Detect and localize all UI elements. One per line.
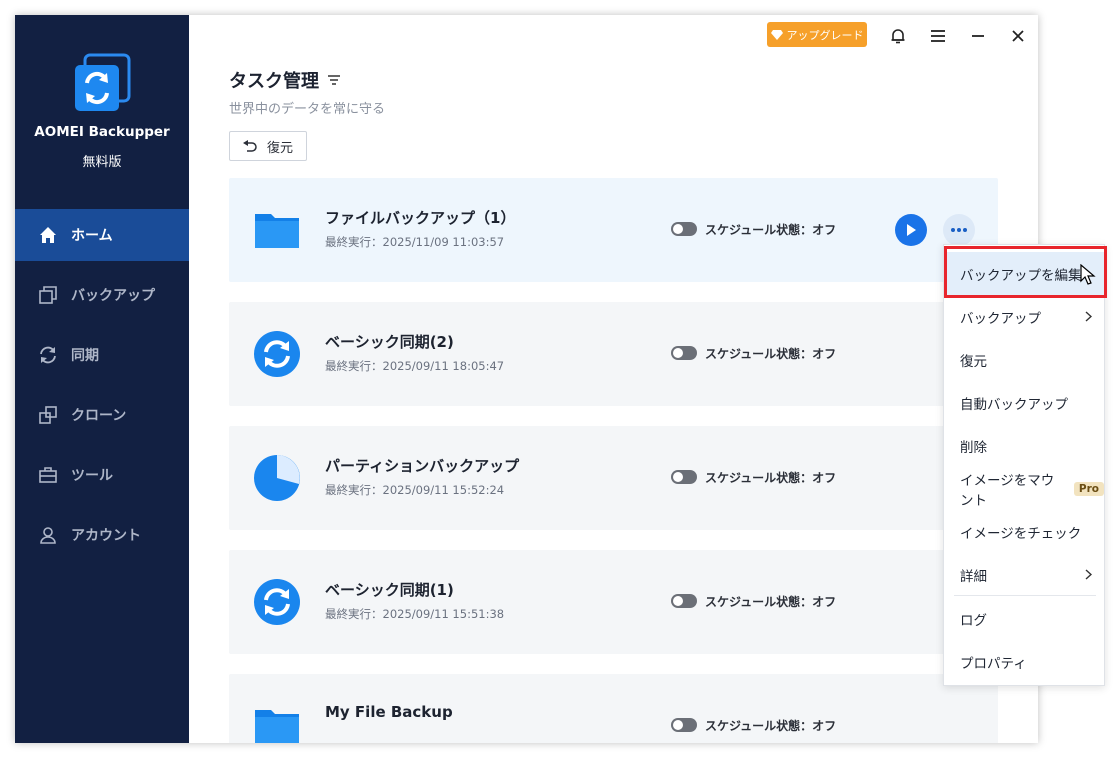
- context-menu: バックアップを編集 バックアップ 復元 自動バックアップ 削除 イメージをマウン…: [943, 244, 1105, 686]
- task-card[interactable]: ファイルバックアップ（1） 最終実行：2025/11/09 11:03:57 ス…: [229, 178, 998, 282]
- menu-item-label: 削除: [960, 439, 987, 456]
- play-icon: [905, 223, 917, 237]
- schedule-toggle[interactable]: [671, 222, 697, 236]
- menu-item-log[interactable]: ログ: [944, 597, 1104, 640]
- schedule-toggle[interactable]: [671, 594, 697, 608]
- sidebar-item-tools[interactable]: ツール: [15, 449, 189, 501]
- menu-item-mount-image[interactable]: イメージをマウント Pro: [944, 467, 1104, 510]
- home-icon: [37, 224, 59, 246]
- page-title-text: タスク管理: [229, 71, 319, 92]
- mouse-cursor-icon: [1080, 263, 1096, 290]
- sync-icon: [37, 344, 59, 366]
- menu-item-label: ログ: [960, 612, 987, 629]
- restore-button-label: 復元: [266, 140, 293, 156]
- aomei-logo-icon: [73, 53, 131, 113]
- task-last-run: 最終実行：2025/09/11 15:52:24: [325, 483, 505, 497]
- schedule-toggle[interactable]: [671, 346, 697, 360]
- task-card[interactable]: パーティションバックアップ 最終実行：2025/09/11 15:52:24 ス…: [229, 426, 998, 530]
- menu-item-label: 復元: [960, 353, 987, 370]
- sidebar: AOMEI Backupper 無料版 ホーム バックアップ 同期 クローン ツ…: [15, 15, 189, 743]
- page-title: タスク管理: [229, 67, 341, 93]
- menu-item-label: 詳細: [960, 568, 987, 585]
- restore-button[interactable]: 復元: [229, 131, 307, 161]
- menu-item-properties[interactable]: プロパティ: [944, 640, 1104, 683]
- edition-label: 無料版: [82, 155, 122, 170]
- schedule-status: スケジュール状態：オフ: [705, 471, 837, 485]
- toolbox-icon: [37, 464, 59, 486]
- task-name: My File Backup: [325, 703, 453, 721]
- sidebar-item-label: アカウント: [71, 528, 141, 544]
- sidebar-item-account[interactable]: アカウント: [15, 509, 189, 561]
- schedule-status: スケジュール状態：オフ: [705, 347, 837, 361]
- sidebar-item-label: 同期: [71, 348, 99, 364]
- sync-circle-icon: [253, 578, 301, 626]
- task-name: ファイルバックアップ（1）: [325, 209, 516, 227]
- page-subtitle: 世界中のデータを常に守る: [229, 102, 386, 117]
- task-name: ベーシック同期(2): [325, 333, 454, 351]
- account-icon: [37, 524, 59, 546]
- schedule-status: スケジュール状態：オフ: [705, 595, 837, 609]
- menu-item-label: バックアップ: [960, 310, 1041, 327]
- pro-badge: Pro: [1073, 481, 1104, 496]
- schedule-status: スケジュール状態：オフ: [705, 719, 837, 733]
- task-card[interactable]: My File Backup スケジュール状態：オフ: [229, 674, 998, 743]
- menu-item-delete[interactable]: 削除: [944, 424, 1104, 467]
- sync-circle-icon: [253, 330, 301, 378]
- schedule-toggle[interactable]: [671, 718, 697, 732]
- sidebar-item-sync[interactable]: 同期: [15, 329, 189, 381]
- menu-item-label: 自動バックアップ: [960, 396, 1068, 413]
- menu-item-details[interactable]: 詳細: [944, 553, 1104, 596]
- chevron-right-icon: [1085, 310, 1093, 326]
- task-card[interactable]: ベーシック同期(2) 最終実行：2025/09/11 18:05:47 スケジュ…: [229, 302, 998, 406]
- backup-icon: [37, 284, 59, 306]
- menu-item-label: プロパティ: [960, 655, 1027, 672]
- more-dots-icon: [950, 228, 968, 232]
- menu-item-auto-backup[interactable]: 自動バックアップ: [944, 381, 1104, 424]
- menu-icon[interactable]: [926, 24, 950, 48]
- schedule-status: スケジュール状態：オフ: [705, 223, 837, 237]
- clone-icon: [37, 404, 59, 426]
- menu-item-backup[interactable]: バックアップ: [944, 295, 1104, 338]
- filter-icon[interactable]: [327, 74, 341, 86]
- close-icon[interactable]: [1006, 24, 1030, 48]
- app-window: AOMEI Backupper 無料版 ホーム バックアップ 同期 クローン ツ…: [15, 15, 1038, 743]
- menu-divider: [954, 595, 1096, 596]
- task-last-run: 最終実行：2025/11/09 11:03:57: [325, 235, 505, 249]
- sidebar-item-backup[interactable]: バックアップ: [15, 269, 189, 321]
- more-options-button[interactable]: [943, 214, 975, 246]
- notification-bell-icon[interactable]: [886, 24, 910, 48]
- sidebar-item-clone[interactable]: クローン: [15, 389, 189, 441]
- sidebar-item-label: バックアップ: [71, 288, 155, 304]
- brand-name: AOMEI Backupper: [34, 124, 170, 140]
- folder-icon: [253, 206, 301, 254]
- task-last-run: 最終実行：2025/09/11 15:51:38: [325, 607, 505, 621]
- undo-icon: [242, 140, 257, 152]
- menu-item-check-image[interactable]: イメージをチェック: [944, 510, 1104, 553]
- run-button[interactable]: [895, 214, 927, 246]
- sidebar-item-label: クローン: [71, 408, 127, 424]
- sidebar-item-label: ホーム: [71, 228, 113, 244]
- task-card[interactable]: ベーシック同期(1) 最終実行：2025/09/11 15:51:38 スケジュ…: [229, 550, 998, 654]
- partition-icon: [253, 454, 301, 502]
- upgrade-button[interactable]: アップグレード: [767, 22, 867, 47]
- schedule-toggle[interactable]: [671, 470, 697, 484]
- sidebar-item-home[interactable]: ホーム: [15, 209, 189, 261]
- chevron-right-icon: [1085, 568, 1093, 584]
- task-name: パーティションバックアップ: [325, 457, 520, 475]
- diamond-icon: [770, 29, 783, 40]
- task-name: ベーシック同期(1): [325, 581, 454, 599]
- menu-item-label: イメージをマウント: [960, 472, 1055, 509]
- sidebar-item-label: ツール: [71, 468, 113, 484]
- upgrade-label: アップグレード: [786, 28, 864, 42]
- minimize-icon[interactable]: [966, 24, 990, 48]
- menu-item-label: イメージをチェック: [960, 525, 1082, 542]
- folder-icon: [253, 702, 301, 743]
- task-last-run: 最終実行：2025/09/11 18:05:47: [325, 359, 505, 373]
- menu-item-restore[interactable]: 復元: [944, 338, 1104, 381]
